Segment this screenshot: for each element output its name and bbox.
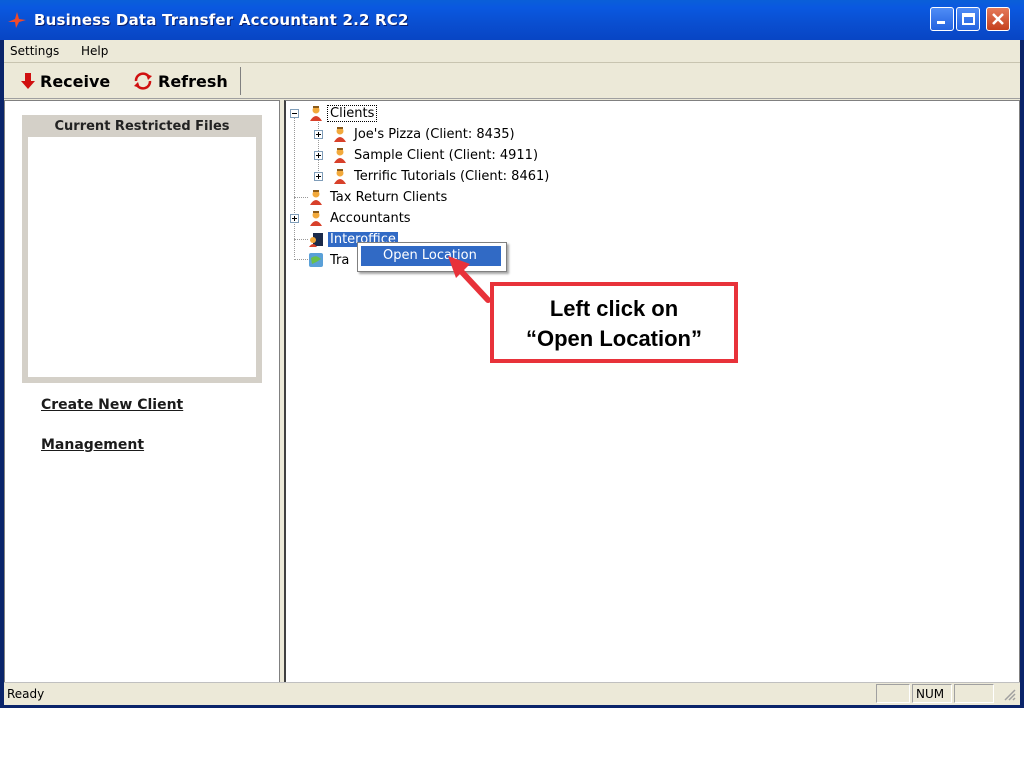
- maximize-button[interactable]: [956, 7, 980, 31]
- restricted-files-panel: Current Restricted Files: [22, 115, 262, 383]
- create-new-client-link[interactable]: Create New Client: [41, 397, 183, 413]
- tree-item-trash[interactable]: Tra: [308, 250, 351, 270]
- user-icon: [334, 169, 346, 184]
- user-icon: [310, 211, 322, 226]
- callout-line-1: Left click on: [549, 296, 679, 321]
- tree-item-client[interactable]: Terrific Tutorials (Client: 8461): [332, 166, 551, 186]
- status-bar: Ready NUM: [4, 682, 1020, 705]
- title-bar[interactable]: Business Data Transfer Accountant 2.2 RC…: [0, 0, 1024, 40]
- interoffice-icon: [309, 233, 323, 247]
- tree-connector: [294, 117, 296, 257]
- receive-button[interactable]: Receive: [20, 70, 110, 92]
- refresh-label: Refresh: [158, 71, 228, 91]
- tree-item-client[interactable]: Sample Client (Client: 4911): [332, 145, 540, 165]
- tree-item-label: Tra: [330, 252, 350, 268]
- minimize-icon: [937, 21, 945, 24]
- toolbar-group: Receive Refresh: [8, 67, 241, 95]
- receive-label: Receive: [40, 71, 111, 91]
- menu-bar: Settings Help: [4, 40, 1020, 63]
- expand-toggle[interactable]: [314, 172, 323, 181]
- user-icon: [334, 148, 346, 163]
- tree-item-label: Clients: [326, 104, 378, 122]
- menu-help[interactable]: Help: [81, 44, 108, 58]
- tree-connector: [294, 259, 308, 261]
- maximize-icon: [962, 13, 975, 25]
- tree-item-label: Accountants: [330, 210, 411, 226]
- resize-grip-icon[interactable]: [1002, 687, 1016, 701]
- status-panel-num: NUM: [912, 684, 952, 703]
- tree-item-label: Joe's Pizza (Client: 8435): [354, 126, 515, 142]
- tree-item-tax-return-clients[interactable]: Tax Return Clients: [308, 187, 449, 207]
- arrow-down-icon: [21, 73, 35, 89]
- menu-settings[interactable]: Settings: [10, 44, 59, 58]
- tree-item-label: Terrific Tutorials (Client: 8461): [354, 168, 550, 184]
- close-button[interactable]: [986, 7, 1010, 31]
- status-panel-caps: [876, 684, 910, 703]
- expand-toggle[interactable]: [314, 151, 323, 160]
- management-link[interactable]: Management: [41, 437, 144, 453]
- minimize-button[interactable]: [930, 7, 954, 31]
- tree-item-label: Sample Client (Client: 4911): [354, 147, 539, 163]
- instruction-callout: Left click on “Open Location”: [490, 282, 738, 363]
- refresh-button[interactable]: Refresh: [132, 70, 228, 92]
- restricted-files-list[interactable]: [28, 137, 256, 377]
- tree-connector: [294, 197, 308, 199]
- window-title: Business Data Transfer Accountant 2.2 RC…: [34, 11, 409, 29]
- tree-item-accountants[interactable]: Accountants: [308, 208, 413, 228]
- collapse-toggle[interactable]: [290, 109, 299, 118]
- expand-toggle[interactable]: [290, 214, 299, 223]
- user-icon: [334, 127, 346, 142]
- folder-tree: Clients Joe's Pizza (Client: 8435) Sampl…: [284, 100, 1020, 684]
- callout-line-2: “Open Location”: [526, 326, 702, 351]
- status-text: Ready: [7, 687, 45, 701]
- user-icon: [310, 190, 322, 205]
- refresh-icon: [134, 72, 152, 90]
- globe-icon: [309, 253, 323, 267]
- window-client-area: Settings Help Receive Refresh Current Re…: [4, 40, 1020, 705]
- num-lock-indicator: NUM: [916, 687, 945, 701]
- tree-item-clients[interactable]: Clients: [308, 103, 378, 123]
- app-logo-icon: [8, 12, 26, 28]
- tree-connector: [294, 239, 308, 241]
- close-icon: [992, 13, 1004, 25]
- tree-item-client[interactable]: Joe's Pizza (Client: 8435): [332, 124, 517, 144]
- tree-connector: [318, 119, 320, 175]
- status-panel-scroll: [954, 684, 994, 703]
- user-group-icon: [310, 106, 322, 121]
- left-pane: Current Restricted Files Create New Clie…: [4, 100, 280, 684]
- expand-toggle[interactable]: [314, 130, 323, 139]
- restricted-files-title: Current Restricted Files: [54, 119, 230, 134]
- tree-item-label: Tax Return Clients: [330, 189, 448, 205]
- toolbar: Receive Refresh: [4, 64, 1020, 99]
